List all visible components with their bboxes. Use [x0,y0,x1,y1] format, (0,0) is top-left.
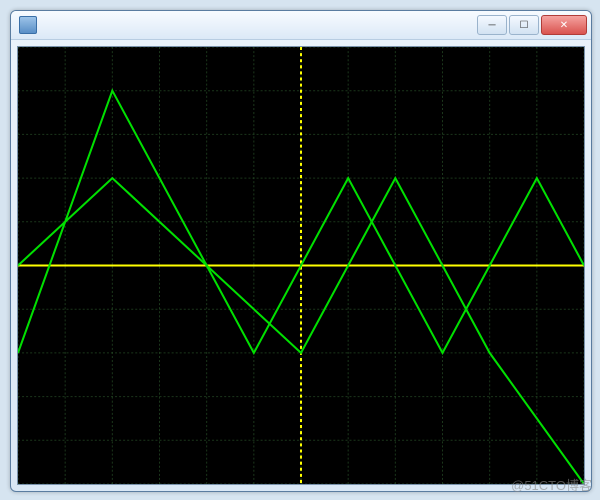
titlebar[interactable]: ─ ☐ ✕ [11,11,591,40]
minimize-button[interactable]: ─ [477,15,507,35]
plot-area [17,46,585,485]
maximize-button[interactable]: ☐ [509,15,539,35]
app-icon [19,16,37,34]
window-frame: ─ ☐ ✕ [10,10,592,492]
window-buttons: ─ ☐ ✕ [477,15,587,35]
close-button[interactable]: ✕ [541,15,587,35]
oscilloscope-chart [18,47,584,484]
